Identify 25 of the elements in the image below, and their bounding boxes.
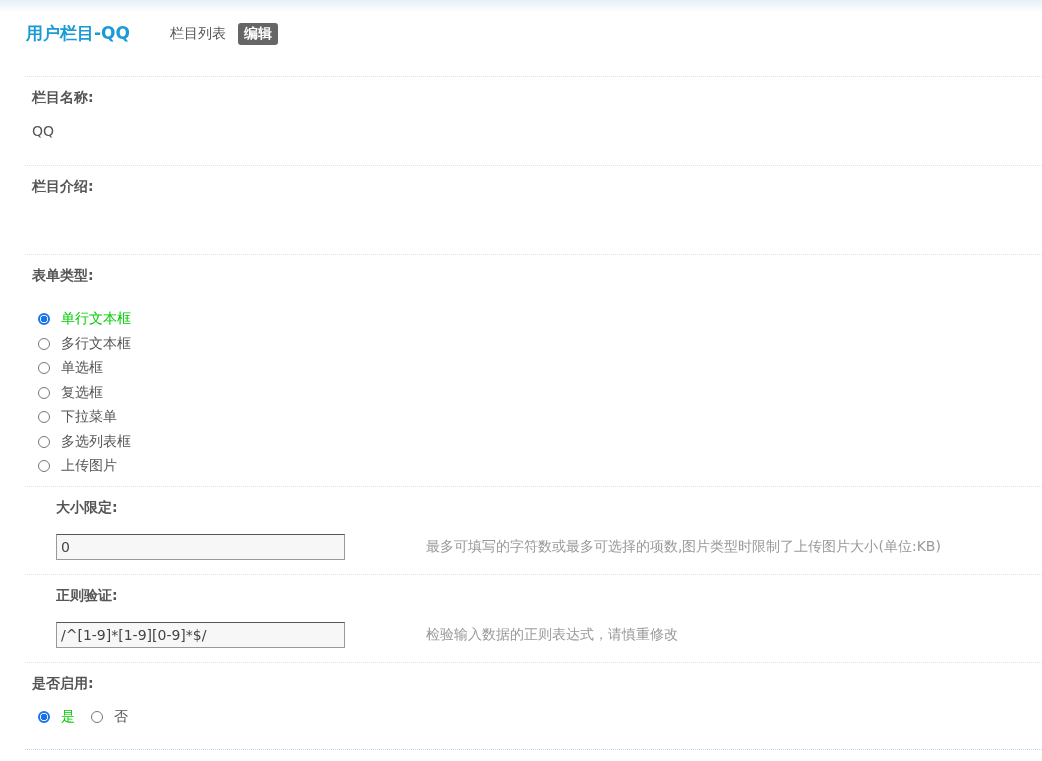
radio-label: 下拉菜单 [61,408,117,427]
nav-tab[interactable]: 编辑 [237,22,278,45]
input-field[interactable]: 0 [56,533,345,560]
field-label: 栏目介绍: [32,178,95,196]
radio-label: 否 [114,707,128,726]
radio-button[interactable] [38,313,50,326]
field-label: 大小限定: [56,498,119,517]
field-label: 表单类型: [32,267,95,285]
radio-label: 上传图片 [61,457,117,476]
input-field[interactable]: /^[1-9]*[1-9][0-9]*$/ [56,621,345,648]
field-label: 栏目名称: [32,89,95,107]
radio-label: 复选框 [61,383,103,402]
radio-label: 单行文本框 [61,310,131,329]
page-title: 用户栏目-QQ [26,22,130,45]
field-label: 正则验证: [56,586,119,605]
radio-label: 多行文本框 [61,334,131,353]
field-hint: 最多可填写的字符数或最多可选择的项数,图片类型时限制了上传图片大小(单位:KB) [426,537,941,556]
radio-label: 多选列表框 [61,432,131,451]
radio-button[interactable] [38,710,50,723]
radio-label: 单选框 [61,359,103,378]
field-hint: 检验输入数据的正则表达式，请慎重修改 [426,625,678,644]
field-label: 是否启用: [32,674,95,693]
nav-tab[interactable]: 栏目列表 [163,22,232,45]
field-value: QQ [32,123,56,139]
radio-label: 是 [61,707,75,726]
